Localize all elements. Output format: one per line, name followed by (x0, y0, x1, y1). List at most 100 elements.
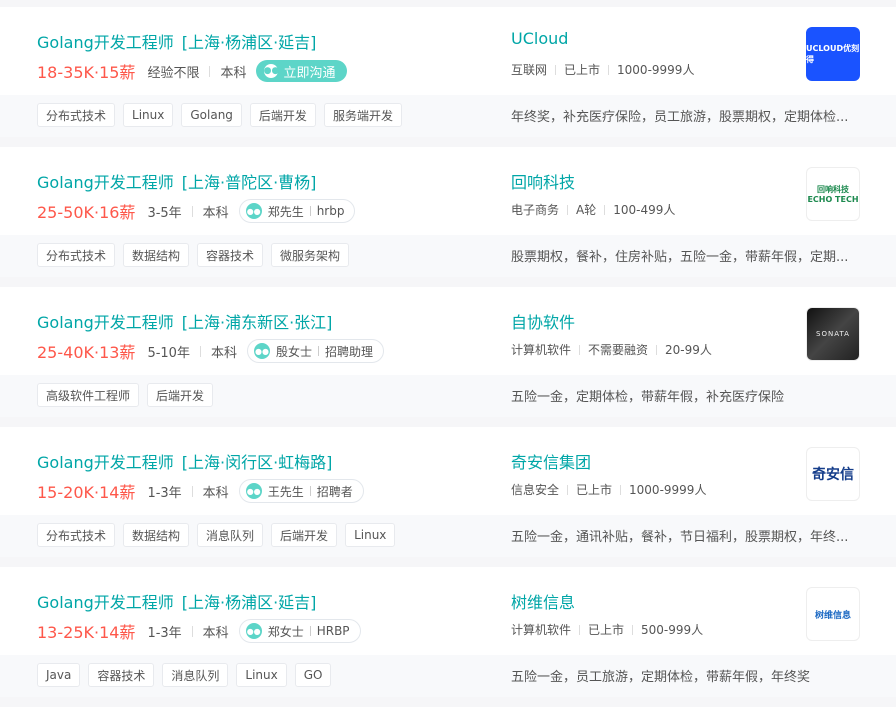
recruiter-badge[interactable]: ●● 郑女士 HRBP (238, 619, 361, 643)
job-card-primary: Golang开发工程师 [上海·闵行区·虹梅路] 15-20K·14薪 1-3年 … (0, 427, 896, 515)
skill-tag: Golang (181, 103, 242, 127)
skill-tag: 容器技术 (88, 663, 155, 687)
job-location: [上海·闵行区·虹梅路] (181, 453, 333, 472)
recruiter-name: 郑女士 (267, 624, 304, 639)
divider (555, 64, 557, 75)
company-benefits: 股票期权，餐补，住房补贴，五险一金，带薪年假，定期... (511, 250, 849, 265)
company-stage: 已上市 (564, 63, 601, 77)
company-logo[interactable]: 树维信息 (806, 587, 860, 641)
job-location: [上海·杨浦区·延吉] (181, 33, 317, 52)
job-title[interactable]: Golang开发工程师 (37, 313, 174, 332)
divider (317, 346, 319, 356)
chat-bubble-icon: ●● (245, 483, 262, 499)
job-title[interactable]: Golang开发工程师 (37, 453, 174, 472)
job-card-primary: Golang开发工程师 [上海·浦东新区·张江] 25-40K·13薪 5-10年… (0, 287, 896, 375)
divider (604, 204, 606, 215)
job-title-link[interactable]: Golang开发工程师 [上海·杨浦区·延吉] (37, 589, 316, 613)
divider (579, 624, 581, 635)
job-education: 本科 (202, 205, 229, 221)
job-experience: 3-5年 (147, 205, 182, 221)
job-card-footer: 高级软件工程师 后端开发 五险一金，定期体检，带薪年假，补充医疗保险 (0, 375, 896, 417)
job-title-link[interactable]: Golang开发工程师 [上海·闵行区·虹梅路] (37, 449, 332, 473)
chat-bubble-icon: ●● (264, 64, 279, 78)
skill-tag: 分布式技术 (37, 243, 116, 267)
company-industry: 计算机软件 (511, 623, 572, 637)
skill-tags: 高级软件工程师 后端开发 (37, 383, 214, 407)
divider (567, 204, 569, 215)
company-name[interactable]: 回响科技 (511, 169, 575, 193)
company-logo[interactable]: 奇安信 (806, 447, 860, 501)
job-title-link[interactable]: Golang开发工程师 [上海·普陀区·曹杨] (37, 169, 316, 193)
company-logo-text: 奇安信 (812, 467, 854, 483)
company-benefits: 年终奖，补充医疗保险，员工旅游，股票期权，定期体检... (511, 110, 849, 125)
company-logo[interactable]: UCLOUD优刻得 (806, 27, 860, 81)
job-location: [上海·普陀区·曹杨] (181, 173, 317, 192)
skill-tag: Linux (345, 523, 396, 547)
job-experience: 1-3年 (147, 625, 182, 641)
job-education: 本科 (202, 485, 229, 501)
skill-tag: 分布式技术 (37, 103, 116, 127)
company-stage: 不需要融资 (588, 343, 649, 357)
divider (191, 485, 193, 497)
job-education: 本科 (210, 345, 237, 361)
job-salary: 13-25K·14薪 (37, 623, 136, 642)
job-title-link[interactable]: Golang开发工程师 [上海·杨浦区·延吉] (37, 29, 316, 53)
chat-now-button[interactable]: ●● 立即沟通 (256, 60, 348, 82)
company-info: 计算机软件 不需要融资 20-99人 (511, 341, 712, 358)
job-experience: 经验不限 (147, 65, 200, 81)
chat-bubble-icon: ●● (245, 623, 262, 639)
recruiter-name: 郑先生 (267, 204, 304, 219)
job-card-partial (0, 707, 896, 714)
company-logo[interactable]: SONATA (806, 307, 860, 361)
company-logo[interactable]: 回响科技 ECHO TECH (806, 167, 860, 221)
chat-bubble-icon: ●● (245, 203, 262, 219)
company-stage: A轮 (576, 203, 597, 217)
job-title[interactable]: Golang开发工程师 (37, 173, 174, 192)
job-location: [上海·杨浦区·延吉] (181, 593, 317, 612)
job-card[interactable]: Golang开发工程师 [上海·普陀区·曹杨] 25-50K·16薪 3-5年 本… (0, 147, 896, 277)
job-salary: 25-50K·16薪 (37, 203, 136, 222)
job-card[interactable]: Golang开发工程师 [上海·闵行区·虹梅路] 15-20K·14薪 1-3年 … (0, 427, 896, 557)
chat-now-label: 立即沟通 (283, 65, 336, 81)
recruiter-badge[interactable]: ●● 殷女士 招聘助理 (246, 339, 384, 363)
company-name[interactable]: 树维信息 (511, 589, 575, 613)
company-logo-text: SONATA (816, 330, 850, 338)
job-card-footer: 分布式技术 Linux Golang 后端开发 服务端开发 年终奖，补充医疗保险… (0, 95, 896, 137)
job-info: 15-20K·14薪 1-3年 本科 ●● 王先生 招聘者 (37, 479, 364, 503)
job-salary: 15-20K·14薪 (37, 483, 136, 502)
skill-tag: 数据结构 (123, 523, 190, 547)
job-title[interactable]: Golang开发工程师 (37, 33, 174, 52)
company-name[interactable]: UCloud (511, 29, 568, 48)
skill-tag: Java (37, 663, 81, 687)
job-card[interactable]: Golang开发工程师 [上海·杨浦区·延吉] 13-25K·14薪 1-3年 本… (0, 567, 896, 697)
skill-tag: 后端开发 (271, 523, 338, 547)
job-info: 25-40K·13薪 5-10年 本科 ●● 殷女士 招聘助理 (37, 339, 384, 363)
job-card-footer: Java 容器技术 消息队列 Linux GO 五险一金，员工旅游，定期体检，带… (0, 655, 896, 697)
job-card[interactable]: Golang开发工程师 [上海·杨浦区·延吉] 18-35K·15薪 经验不限 本… (0, 7, 896, 137)
company-size: 500-999人 (641, 623, 704, 637)
company-benefits: 五险一金，定期体检，带薪年假，补充医疗保险 (511, 390, 785, 405)
job-salary: 25-40K·13薪 (37, 343, 136, 362)
skill-tag: 高级软件工程师 (37, 383, 140, 407)
recruiter-badge[interactable]: ●● 郑先生 hrbp (238, 199, 356, 223)
company-name[interactable]: 自协软件 (511, 309, 575, 333)
company-name[interactable]: 奇安信集团 (511, 449, 591, 473)
job-list: Golang开发工程师 [上海·杨浦区·延吉] 18-35K·15薪 经验不限 本… (0, 7, 896, 714)
recruiter-name: 殷女士 (275, 344, 312, 359)
company-industry: 互联网 (511, 63, 548, 77)
company-benefits: 五险一金，员工旅游，定期体检，带薪年假，年终奖 (511, 670, 811, 685)
company-size: 1000-9999人 (617, 63, 695, 77)
company-info: 互联网 已上市 1000-9999人 (511, 61, 694, 78)
recruiter-name: 王先生 (267, 484, 304, 499)
company-logo-text: 树维信息 (814, 610, 851, 621)
company-industry: 信息安全 (511, 483, 560, 497)
divider (620, 484, 622, 495)
company-logo-text: UCLOUD优刻得 (806, 44, 860, 64)
job-title[interactable]: Golang开发工程师 (37, 593, 174, 612)
job-card[interactable]: Golang开发工程师 [上海·浦东新区·张江] 25-40K·13薪 5-10年… (0, 287, 896, 417)
job-title-link[interactable]: Golang开发工程师 [上海·浦东新区·张江] (37, 309, 332, 333)
recruiter-badge[interactable]: ●● 王先生 招聘者 (238, 479, 364, 503)
divider (191, 625, 193, 637)
job-info: 18-35K·15薪 经验不限 本科 ●● 立即沟通 (37, 59, 348, 83)
divider (309, 626, 311, 636)
